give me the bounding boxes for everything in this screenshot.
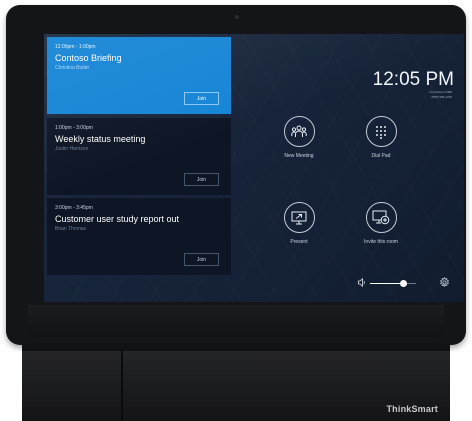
meeting-title: Contoso Briefing [55,53,122,63]
invite-room-circle[interactable] [365,202,397,233]
present-button[interactable]: Present [264,202,334,245]
meeting-time: 12:00pm - 1:00pm [55,44,96,50]
meeting-time: 3:00pm - 3:45pm [55,205,93,211]
meeting-organizer: Christina Butler [55,65,90,71]
stand-seam [121,350,123,421]
room-name: Conf Room 3456 [429,90,452,94]
meeting-card-3[interactable]: 3:00pm - 3:45pm Customer user study repo… [47,198,231,275]
volume-slider-fill [370,283,404,284]
volume-slider-track[interactable] [370,280,416,287]
join-button[interactable]: Join [184,173,219,186]
meeting-time: 1:00pm - 3:00pm [55,125,93,131]
action-label: Present [290,239,308,245]
action-label: Dial Pad [371,153,391,159]
clock: 12:05 PM [372,69,454,90]
join-button[interactable]: Join [184,92,219,105]
action-label: New Meeting [284,153,314,159]
meeting-title: Weekly status meeting [55,134,146,144]
join-button[interactable]: Join [184,253,219,266]
invite-room-icon [372,210,390,225]
people-group-icon [291,125,307,137]
new-meeting-button[interactable]: New Meeting [264,116,334,159]
brand-logo: ThinkSmart [386,404,438,414]
action-label: Invite this room [364,239,398,245]
volume-control[interactable] [358,278,420,287]
invite-room-button[interactable]: Invite this room [346,202,416,245]
speaker-icon[interactable] [358,278,366,287]
meeting-organizer: Brian Thomas [55,226,87,232]
meeting-organizer: Justin Harrison [55,146,89,152]
touch-screen: 12:00pm - 1:00pm Contoso Briefing Christ… [44,34,464,302]
dial-pad-button[interactable]: Dial Pad [346,116,416,159]
present-screen-icon [291,211,307,224]
volume-slider-thumb[interactable] [399,280,407,287]
dial-pad-circle[interactable] [365,116,397,147]
meeting-title: Customer user study report out [55,214,180,224]
present-circle[interactable] [283,202,315,233]
stand-shadow [22,343,450,351]
gear-icon[interactable] [439,277,450,288]
camera-lens [235,15,239,19]
room-phone: (555) 555-1796 [431,95,452,99]
teams-room-device: 12:00pm - 1:00pm Contoso Briefing Christ… [6,5,466,345]
device-bezel-chin [28,305,444,337]
new-meeting-circle[interactable] [283,116,315,147]
meeting-card-2[interactable]: 1:00pm - 3:00pm Weekly status meeting Ju… [47,118,231,195]
meeting-card-1[interactable]: 12:00pm - 1:00pm Contoso Briefing Christ… [47,37,231,114]
dial-pad-icon [376,125,386,139]
